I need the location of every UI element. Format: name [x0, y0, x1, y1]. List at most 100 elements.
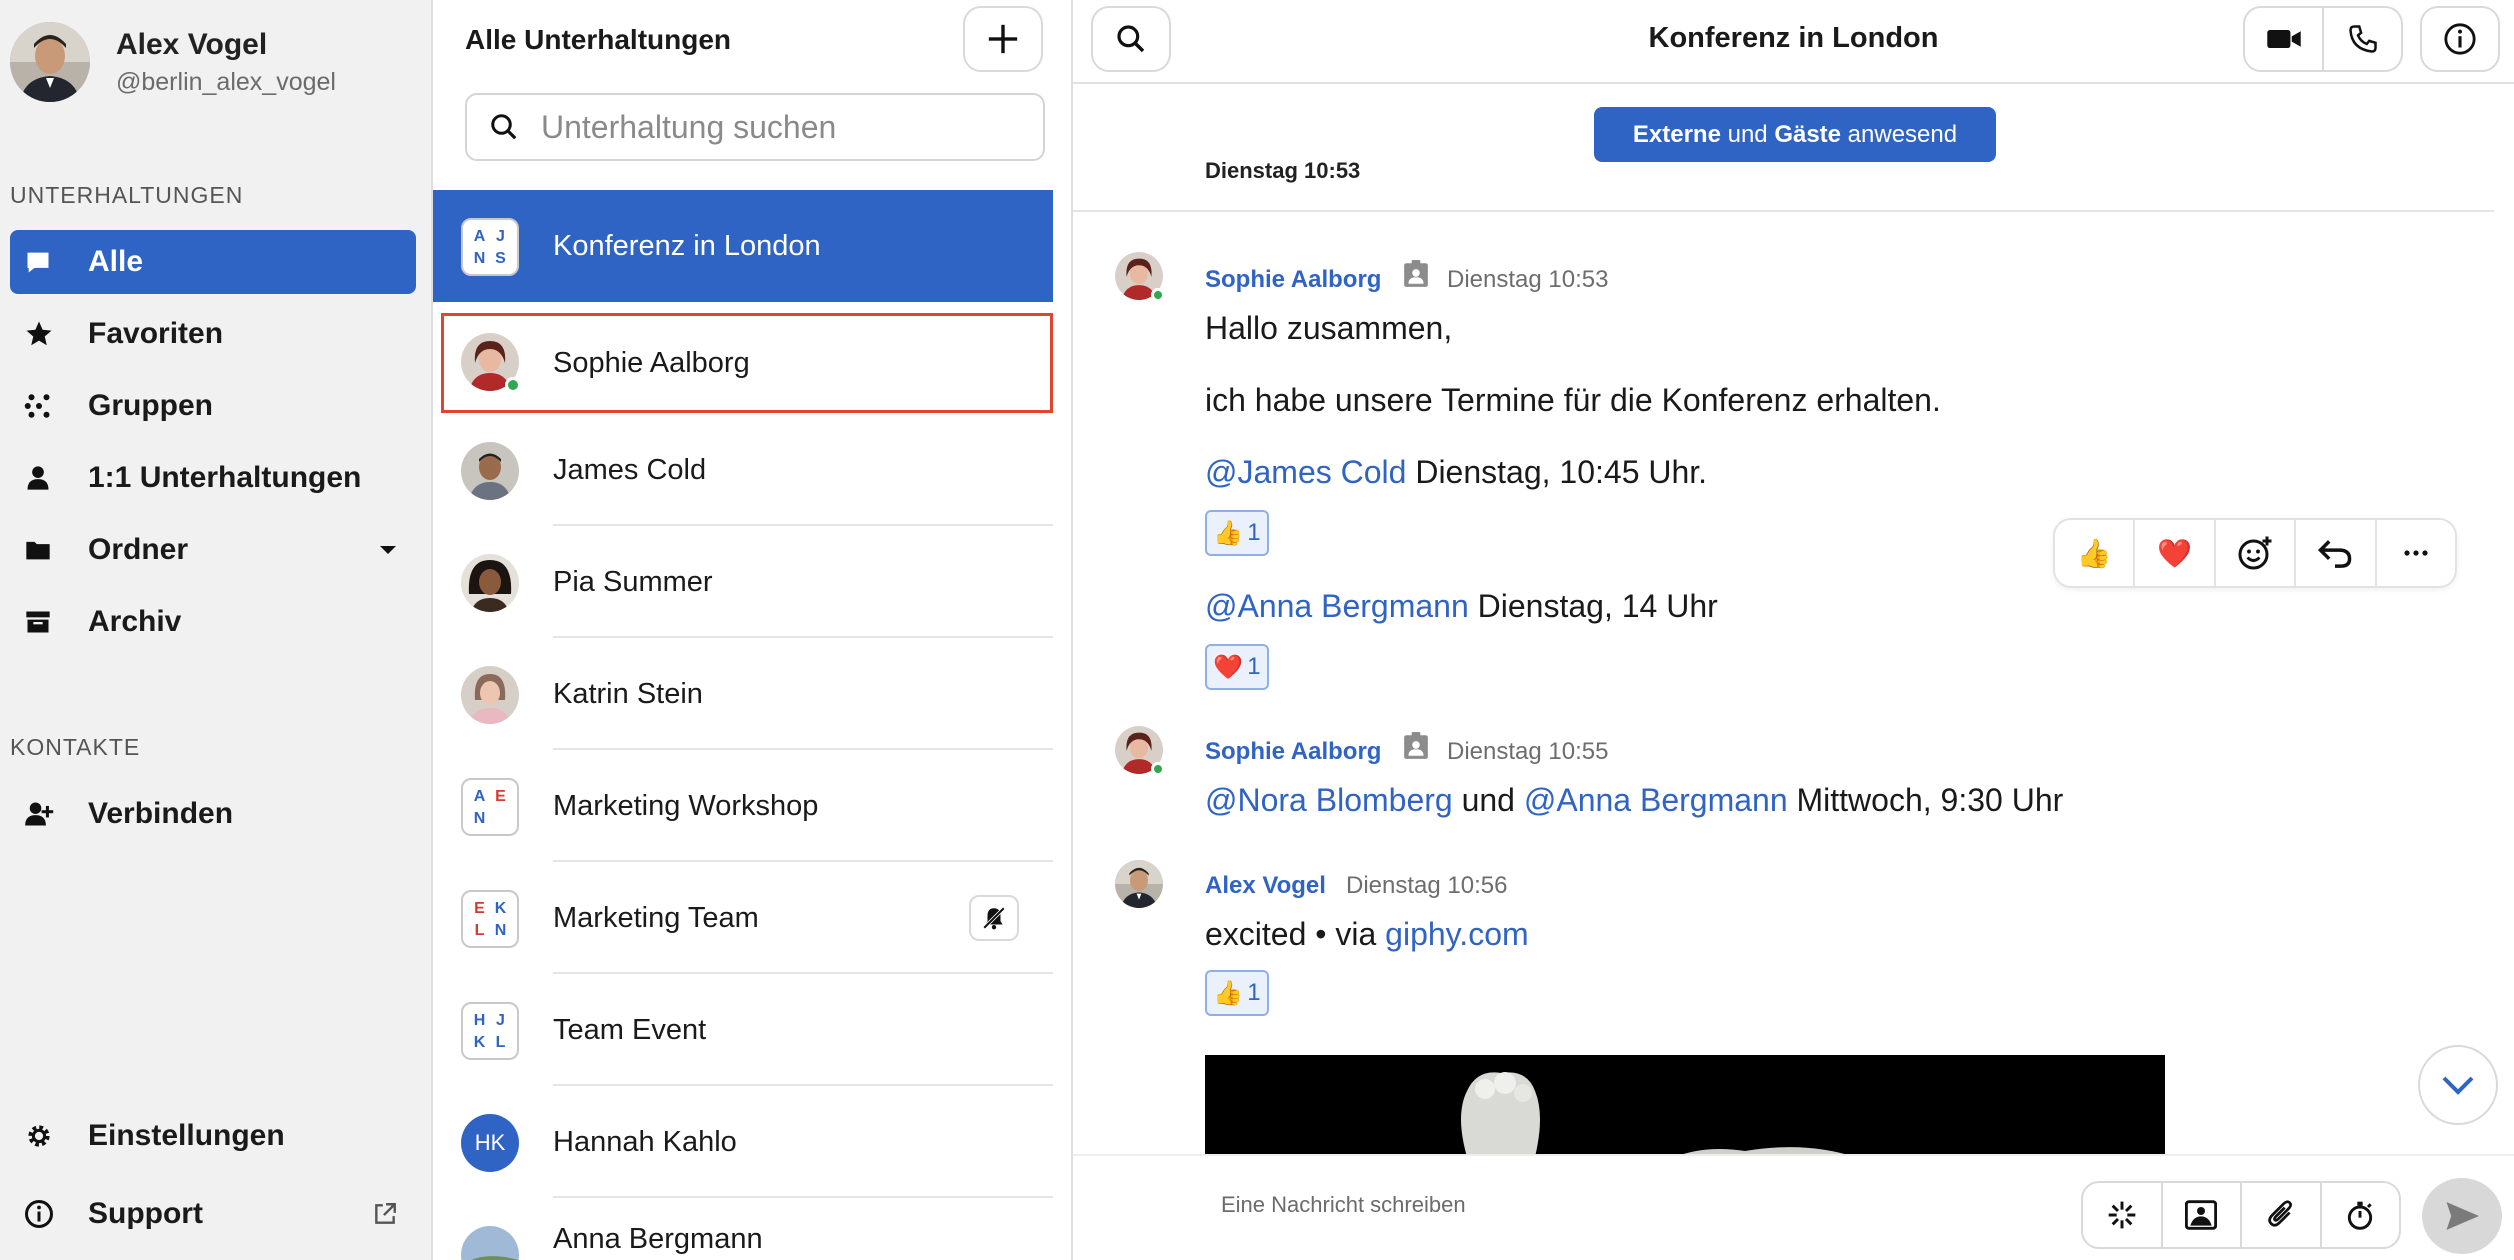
message-input[interactable]: [1221, 1192, 1821, 1218]
group-avatar: A J N S: [461, 218, 519, 276]
sidebar-item-verbinden[interactable]: Verbinden: [10, 782, 416, 846]
initial: L: [495, 1034, 506, 1051]
message-text: Hallo zusammen,: [1205, 310, 1453, 346]
sender-avatar[interactable]: [1115, 726, 1165, 776]
conversation-item[interactable]: Pia Summer: [433, 526, 1053, 638]
reply-button[interactable]: [2296, 520, 2377, 586]
sidebar-item-alle[interactable]: Alle: [10, 230, 416, 294]
conversation-item[interactable]: James Cold: [433, 414, 1053, 526]
contact-avatar: [461, 666, 519, 724]
banner-text: Externe: [1632, 120, 1721, 148]
more-options-button[interactable]: [2377, 520, 2455, 586]
react-thumbs-up-button[interactable]: 👍: [2055, 520, 2136, 586]
message-sender[interactable]: Sophie Aalborg: [1205, 266, 1381, 294]
info-icon: [24, 1199, 72, 1229]
contact-card-icon: [1403, 732, 1429, 765]
reaction-thumbs-up[interactable]: 👍 1: [1205, 510, 1269, 556]
heart-icon: ❤️: [2157, 537, 2193, 569]
conversation-search[interactable]: [465, 93, 1045, 161]
gif-button[interactable]: [2083, 1183, 2163, 1247]
video-call-button[interactable]: [2245, 8, 2324, 70]
reply-arrow-icon: [2318, 540, 2352, 568]
sidebar: Alex Vogel @berlin_alex_vogel UNTERHALTU…: [0, 0, 433, 1260]
search-icon: [489, 112, 519, 142]
archive-box-icon: [24, 608, 72, 636]
chat-bubble-icon: [24, 248, 72, 276]
conversation-item[interactable]: H J K L Team Event: [433, 974, 1053, 1086]
mention-link[interactable]: @James Cold: [1205, 454, 1406, 490]
initial: E: [474, 900, 485, 917]
info-icon: [2444, 23, 2476, 55]
add-reaction-button[interactable]: [2216, 520, 2297, 586]
conversation-info-button[interactable]: [2420, 6, 2500, 72]
timed-message-button[interactable]: [2322, 1183, 2400, 1247]
sparkle-icon: [2108, 1201, 2136, 1229]
sidebar-item-einstellungen[interactable]: Einstellungen: [10, 1104, 416, 1168]
reaction-heart[interactable]: ❤️ 1: [1205, 644, 1269, 690]
sidebar-item-gruppen[interactable]: Gruppen: [10, 374, 416, 438]
conversation-name: Marketing Team: [553, 901, 759, 934]
thumbs-up-icon: 👍: [1213, 979, 1244, 1007]
banner-text: Gäste: [1774, 120, 1842, 148]
conversation-item[interactable]: A E N Marketing Workshop: [433, 750, 1053, 862]
sidebar-item-one-to-one[interactable]: 1:1 Unterhaltungen: [10, 446, 416, 510]
message-sender[interactable]: Alex Vogel: [1205, 872, 1326, 900]
contact-avatar: [461, 1226, 519, 1260]
new-conversation-button[interactable]: [963, 6, 1043, 72]
bell-off-icon: [982, 906, 1006, 930]
conversation-item[interactable]: Katrin Stein: [433, 638, 1053, 750]
giphy-link[interactable]: giphy.com: [1385, 916, 1528, 952]
attach-file-button[interactable]: [2242, 1183, 2322, 1247]
gif-image[interactable]: [1205, 1055, 2165, 1157]
conversation-item[interactable]: Sophie Aalborg: [441, 313, 1053, 413]
message-timestamp: Dienstag 10:53: [1447, 266, 1609, 293]
sidebar-item-archiv[interactable]: Archiv: [10, 590, 416, 654]
send-arrow-icon: [2446, 1202, 2479, 1230]
conversation-name: James Cold: [553, 453, 707, 486]
stopwatch-icon: [2348, 1201, 2373, 1230]
message-text: @Nora Blomberg und @Anna Bergmann Mittwo…: [1205, 782, 2063, 819]
online-status-dot: [505, 377, 521, 393]
sidebar-item-label: Gruppen: [88, 389, 213, 422]
initial: N: [494, 922, 507, 939]
message-sender[interactable]: Sophie Aalborg: [1205, 738, 1381, 766]
conversation-item[interactable]: HK Hannah Kahlo: [433, 1086, 1053, 1198]
message-timestamp: Dienstag 10:56: [1346, 872, 1508, 899]
sidebar-item-support[interactable]: Support: [10, 1182, 416, 1246]
reaction-thumbs-up[interactable]: 👍 1: [1205, 970, 1269, 1016]
react-heart-button[interactable]: ❤️: [2135, 520, 2216, 586]
phone-icon: [2348, 25, 2377, 53]
online-status-dot: [1151, 762, 1165, 776]
person-icon: [24, 464, 72, 492]
scroll-to-bottom-button[interactable]: [2418, 1045, 2498, 1125]
conversation-item[interactable]: Anna Bergmann: [433, 1198, 1053, 1260]
initial: E: [495, 788, 506, 805]
profile[interactable]: Alex Vogel @berlin_alex_vogel: [10, 22, 336, 102]
gear-icon: [24, 1121, 72, 1151]
conversation-item[interactable]: A J N S Konferenz in London: [433, 190, 1053, 302]
plus-icon: [988, 24, 1018, 54]
search-input[interactable]: [541, 108, 1021, 146]
group-avatar: H J K L: [461, 1002, 519, 1060]
mention-link[interactable]: @Anna Bergmann: [1205, 588, 1469, 624]
sender-avatar[interactable]: [1115, 252, 1165, 302]
audio-call-button[interactable]: [2324, 8, 2401, 70]
contact-avatar: HK: [461, 1114, 519, 1172]
sidebar-item-favoriten[interactable]: Favoriten: [10, 302, 416, 366]
send-button[interactable]: [2422, 1178, 2502, 1254]
initial: L: [474, 922, 485, 939]
reaction-count: 1: [1247, 519, 1261, 546]
image-upload-button[interactable]: [2163, 1183, 2242, 1247]
sender-avatar[interactable]: [1115, 860, 1163, 908]
muted-bell-button[interactable]: [969, 895, 1019, 941]
external-link-icon: [372, 1182, 398, 1246]
chevron-down-icon[interactable]: [378, 518, 398, 582]
sidebar-item-ordner[interactable]: Ordner: [10, 518, 416, 582]
mention-link[interactable]: @Nora Blomberg: [1205, 782, 1453, 818]
user-avatar[interactable]: [10, 22, 90, 102]
mention-link[interactable]: @Anna Bergmann: [1524, 782, 1788, 818]
initial: K: [473, 1034, 486, 1051]
conversation-item[interactable]: E K L N Marketing Team: [433, 862, 1053, 974]
message-text-part: excited • via: [1205, 916, 1386, 952]
paperclip-icon: [2267, 1200, 2292, 1227]
